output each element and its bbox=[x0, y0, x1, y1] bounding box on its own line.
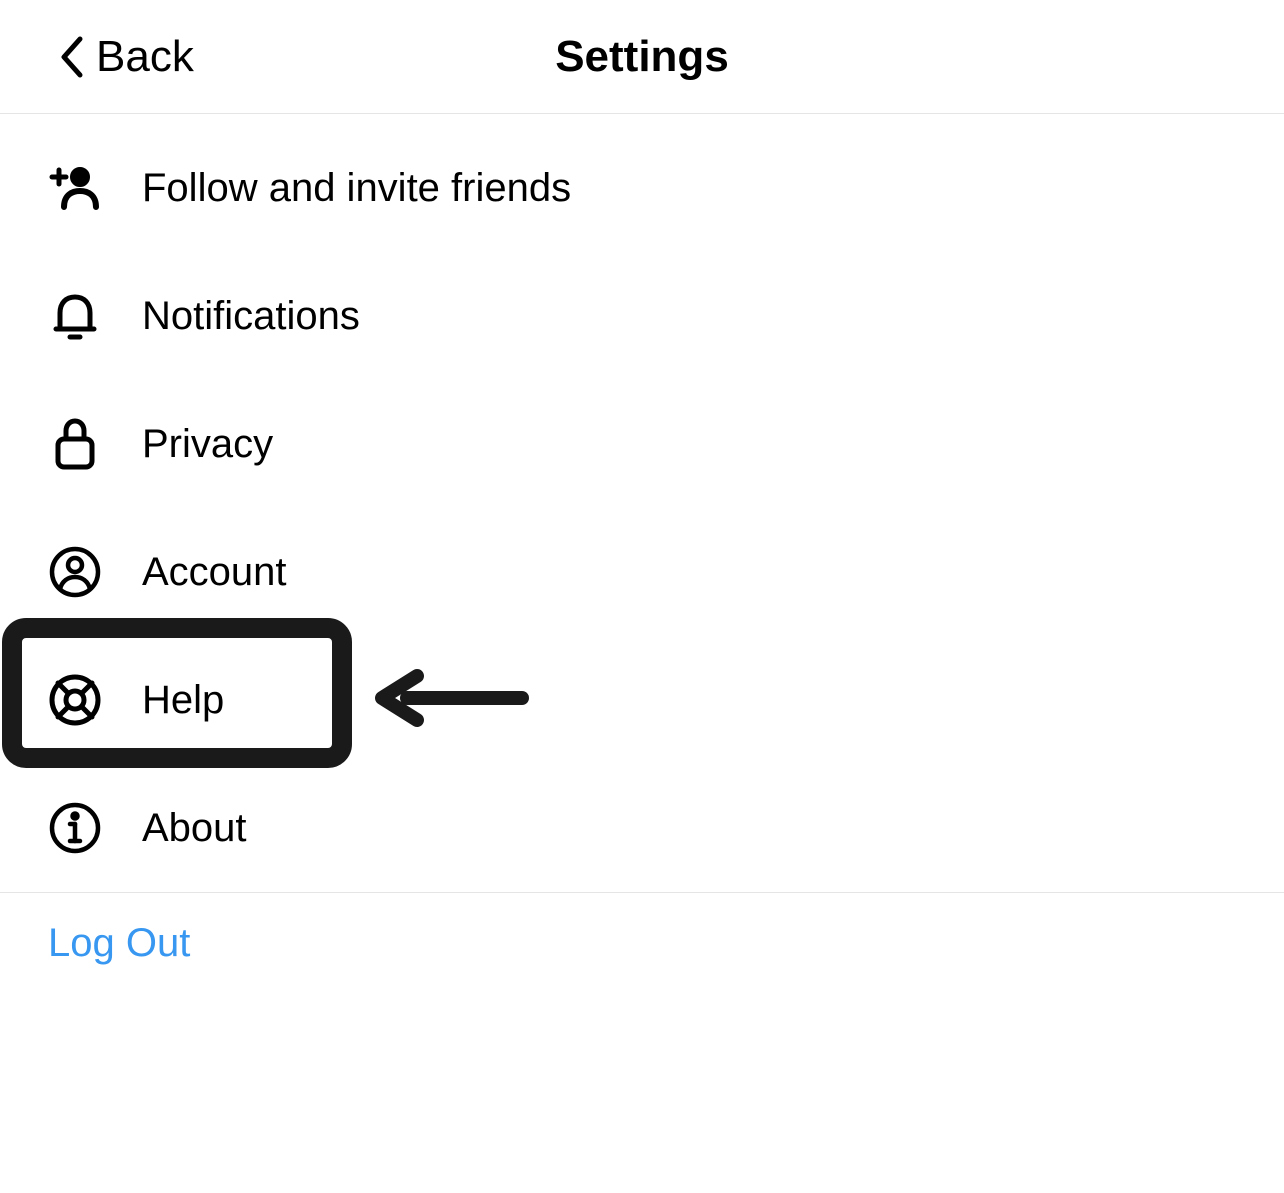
menu-item-privacy[interactable]: Privacy bbox=[0, 380, 1284, 508]
menu-item-label: Privacy bbox=[142, 422, 273, 467]
bell-icon bbox=[48, 289, 102, 343]
menu-item-label: Account bbox=[142, 550, 287, 595]
info-icon bbox=[48, 801, 102, 855]
menu-item-label: About bbox=[142, 806, 247, 851]
lifebuoy-icon bbox=[48, 673, 102, 727]
menu-item-notifications[interactable]: Notifications bbox=[0, 252, 1284, 380]
menu-item-label: Help bbox=[142, 678, 224, 723]
chevron-left-icon bbox=[60, 35, 84, 79]
menu-item-follow-invite[interactable]: Follow and invite friends bbox=[0, 124, 1284, 252]
back-button[interactable]: Back bbox=[0, 32, 194, 82]
back-label: Back bbox=[96, 32, 194, 82]
annotation-arrow-icon bbox=[372, 668, 532, 728]
menu-item-account[interactable]: Account bbox=[0, 508, 1284, 636]
menu-list: Follow and invite friends Notifications … bbox=[0, 114, 1284, 892]
menu-item-label: Notifications bbox=[142, 294, 360, 339]
header: Back Settings bbox=[0, 0, 1284, 114]
menu-item-label: Follow and invite friends bbox=[142, 166, 571, 211]
user-circle-icon bbox=[48, 545, 102, 599]
person-add-icon bbox=[48, 161, 102, 215]
menu-item-help[interactable]: Help bbox=[0, 636, 1284, 764]
lock-icon bbox=[48, 417, 102, 471]
logout-button[interactable]: Log Out bbox=[0, 893, 1284, 994]
page-title: Settings bbox=[555, 32, 729, 82]
menu-item-about[interactable]: About bbox=[0, 764, 1284, 892]
logout-label: Log Out bbox=[48, 921, 190, 965]
